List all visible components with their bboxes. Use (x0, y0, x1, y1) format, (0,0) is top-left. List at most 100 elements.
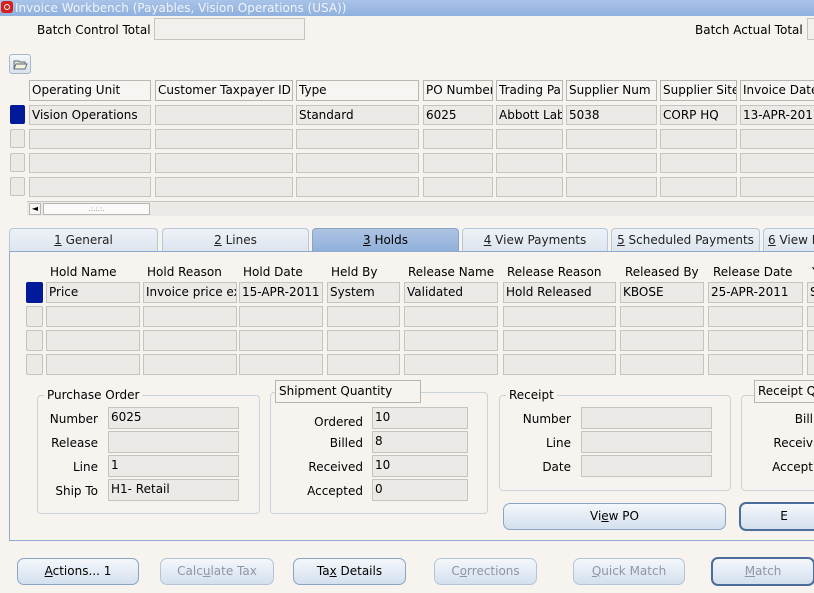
col-invoice-date[interactable]: Invoice Date (740, 80, 814, 101)
hold-cell[interactable] (503, 354, 616, 375)
view-po-button[interactable]: View PO (503, 503, 726, 530)
corrections-button[interactable]: Corrections (434, 558, 537, 585)
folder-button[interactable] (9, 54, 31, 74)
tab-view-more[interactable]: 6 View I (763, 228, 814, 251)
invoice-cell[interactable] (660, 153, 737, 173)
invoice-cell[interactable] (566, 153, 657, 173)
hold-cell[interactable] (46, 330, 140, 351)
hold-cell[interactable] (239, 354, 323, 375)
hold-cell[interactable] (239, 330, 323, 351)
invoice-cell[interactable] (296, 153, 419, 173)
row-selector-4[interactable] (10, 177, 25, 196)
invoice-cell[interactable] (496, 177, 563, 197)
hold-cell[interactable]: KBOSE (620, 282, 704, 303)
row-selector-1[interactable] (10, 105, 25, 124)
tax-details-button[interactable]: Tax Details (293, 558, 406, 585)
hold-cell[interactable] (143, 306, 237, 327)
scroll-left-arrow-icon[interactable]: ◄ (29, 203, 41, 215)
invoice-cell[interactable] (155, 153, 293, 173)
invoice-cell[interactable] (740, 177, 814, 197)
invoice-cell[interactable]: 6025 (423, 105, 493, 125)
received-field[interactable]: 10 (372, 455, 468, 477)
hold-cell[interactable] (708, 354, 803, 375)
hold-cell[interactable] (708, 306, 803, 327)
invoice-cell[interactable]: 13-APR-201 (740, 105, 814, 125)
hold-cell[interactable] (143, 354, 237, 375)
col-supplier-site[interactable]: Supplier Site (660, 80, 737, 101)
receipt-line-field[interactable] (581, 431, 712, 453)
po-number-field[interactable]: 6025 (108, 407, 239, 429)
hold-cell[interactable] (807, 306, 814, 327)
col-operating-unit[interactable]: Operating Unit (29, 80, 151, 101)
hold-cell[interactable] (620, 354, 704, 375)
invoice-cell[interactable]: Abbott Lab (496, 105, 563, 125)
invoice-cell[interactable]: 5038 (566, 105, 657, 125)
ordered-field[interactable]: 10 (372, 407, 468, 429)
hold-cell[interactable]: S (807, 282, 814, 303)
invoice-cell[interactable] (660, 129, 737, 149)
hold-cell[interactable] (46, 354, 140, 375)
tab-view-payments[interactable]: 4 View Payments (462, 228, 608, 251)
hold-cell[interactable] (807, 354, 814, 375)
receipt-number-field[interactable] (581, 407, 712, 429)
hold-cell[interactable] (620, 306, 704, 327)
invoice-cell[interactable] (423, 153, 493, 173)
hold-cell[interactable]: Price (46, 282, 140, 303)
hold-row-selector-4[interactable] (26, 354, 43, 375)
invoice-cell[interactable] (423, 129, 493, 149)
invoice-cell[interactable] (660, 177, 737, 197)
hold-cell[interactable] (503, 330, 616, 351)
invoice-cell[interactable] (296, 129, 419, 149)
invoice-grid-hscrollbar[interactable]: ◄ .:.:.:. (27, 201, 814, 216)
hold-cell[interactable]: 25-APR-2011 (708, 282, 803, 303)
scroll-thumb[interactable]: .:.:.:. (43, 203, 150, 215)
hold-row-selector-1[interactable] (26, 282, 43, 303)
invoice-cell[interactable] (740, 153, 814, 173)
invoice-cell[interactable] (423, 177, 493, 197)
hold-cell[interactable] (404, 306, 498, 327)
invoice-cell[interactable] (496, 129, 563, 149)
hold-cell[interactable]: 15-APR-2011 (239, 282, 323, 303)
accepted-field[interactable]: 0 (372, 479, 468, 501)
hold-cell[interactable]: Hold Released (503, 282, 616, 303)
hold-cell[interactable]: Invoice price exc (143, 282, 237, 303)
tab-lines[interactable]: 2 Lines (162, 228, 309, 251)
invoice-cell[interactable] (566, 129, 657, 149)
tab-general[interactable]: 1 General (9, 228, 158, 251)
hold-cell[interactable] (239, 306, 323, 327)
invoice-cell[interactable] (29, 153, 151, 173)
hold-cell[interactable] (807, 330, 814, 351)
batch-actual-total-field[interactable] (807, 18, 814, 40)
tab-holds[interactable]: 3 Holds (312, 228, 459, 252)
invoice-cell[interactable]: CORP HQ (660, 105, 737, 125)
hold-cell[interactable] (327, 306, 400, 327)
hold-cell[interactable] (143, 330, 237, 351)
invoice-cell[interactable] (155, 129, 293, 149)
actions-button[interactable]: Actions... 1 (17, 558, 139, 585)
calculate-tax-button[interactable]: Calculate Tax (160, 558, 274, 585)
billed-field[interactable]: 8 (372, 431, 468, 453)
hold-cell[interactable] (327, 354, 400, 375)
hold-cell[interactable] (620, 330, 704, 351)
quick-match-button[interactable]: Quick Match (573, 558, 685, 585)
hold-cell[interactable]: System (327, 282, 400, 303)
po-line-field[interactable]: 1 (108, 455, 239, 477)
col-po-number[interactable]: PO Number (423, 80, 493, 101)
invoice-cell[interactable] (29, 129, 151, 149)
invoice-cell[interactable] (29, 177, 151, 197)
po-ship-to-field[interactable]: H1- Retail (108, 479, 239, 501)
col-supplier-num[interactable]: Supplier Num (566, 80, 657, 101)
col-trading-partner[interactable]: Trading Pa (496, 80, 563, 101)
col-customer-taxpayer-id[interactable]: Customer Taxpayer ID (155, 80, 293, 101)
invoice-cell[interactable] (155, 105, 293, 125)
hold-cell[interactable] (46, 306, 140, 327)
invoice-cell[interactable] (496, 153, 563, 173)
hold-row-selector-3[interactable] (26, 330, 43, 351)
hold-cell[interactable] (503, 306, 616, 327)
invoice-cell[interactable] (740, 129, 814, 149)
tab-scheduled-payments[interactable]: 5 Scheduled Payments (611, 228, 760, 251)
hold-cell[interactable] (708, 330, 803, 351)
match-button[interactable]: Match (711, 557, 814, 586)
invoice-cell[interactable] (296, 177, 419, 197)
hold-cell[interactable]: Validated (404, 282, 498, 303)
